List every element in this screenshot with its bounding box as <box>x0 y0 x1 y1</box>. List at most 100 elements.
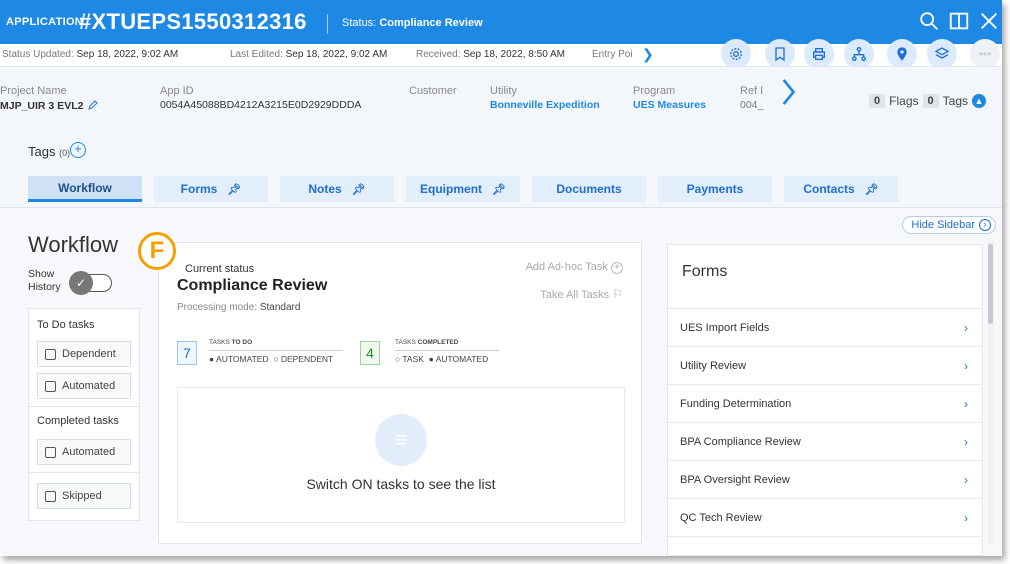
print-button[interactable] <box>804 39 834 69</box>
settings-button[interactable] <box>721 39 751 69</box>
empty-message: Switch ON tasks to see the list <box>306 476 496 492</box>
customer-field: Customer <box>409 85 457 97</box>
status-label: Status: <box>342 17 377 29</box>
form-item[interactable]: QC Tech Review › <box>668 499 982 537</box>
todo-heading: To Do tasks <box>37 319 95 331</box>
project-name-field: Project Name MJP_UIR 3 EVL2 <box>0 85 99 112</box>
add-adhoc-task-button[interactable]: Add Ad-hoc Task + <box>526 261 623 274</box>
last-edited: Last Edited: Sep 18, 2022, 9:02 AM <box>230 49 388 60</box>
task-list-icon: ≡ <box>375 414 427 466</box>
tab-forms[interactable]: Forms 📌︎ <box>154 176 268 202</box>
current-status-label: Current status <box>185 263 255 275</box>
chevron-right-icon: › <box>964 473 968 487</box>
flags-count: 0 <box>869 94 886 108</box>
tab-equipment[interactable]: Equipment 📌︎ <box>406 176 520 202</box>
tab-contacts[interactable]: Contacts 📌︎ <box>784 176 898 202</box>
app-window: APPLICATION #XTUEPS1550312316 Status: Co… <box>0 0 1002 556</box>
add-circle-icon: + <box>611 262 623 274</box>
check-icon: ✓ <box>69 271 93 295</box>
bookmark-icon <box>775 47 785 62</box>
program-link[interactable]: UES Measures <box>633 99 706 111</box>
tags-count: 0 <box>922 94 939 108</box>
chevron-right-icon[interactable] <box>780 75 798 114</box>
application-id: #XTUEPS1550312316 <box>79 9 307 34</box>
hierarchy-icon <box>852 47 866 61</box>
form-item[interactable]: UES Import Fields › <box>668 309 982 347</box>
more-icon: ••• <box>978 47 992 61</box>
utility-link[interactable]: Bonneville Expedition <box>490 99 600 111</box>
checkbox-icon <box>45 490 56 502</box>
completed-heading: Completed tasks <box>37 415 119 427</box>
more-button[interactable]: ••• <box>970 39 1000 69</box>
application-info: Project Name MJP_UIR 3 EVL2 App ID 0054A… <box>0 66 1002 134</box>
pin-icon[interactable]: 📌︎ <box>352 183 366 196</box>
tab-workflow[interactable]: Workflow <box>28 176 142 202</box>
chevron-right-icon: › <box>964 435 968 449</box>
forms-list: UES Import Fields › Utility Review › Fundi… <box>668 308 982 537</box>
chevron-right-icon: › <box>964 321 968 335</box>
location-pin-icon <box>897 47 907 61</box>
chevron-right-icon: › <box>964 397 968 411</box>
status-text: Status: Compliance Review <box>342 17 483 29</box>
add-tag-icon[interactable]: + <box>70 142 86 158</box>
tab-documents[interactable]: Documents <box>532 176 646 202</box>
forms-title: Forms <box>682 263 728 280</box>
take-all-tasks-button[interactable]: Take All Tasks ⚐ <box>540 287 623 301</box>
entry-point-label: Entry Poi <box>592 49 633 60</box>
flags-tags-summary[interactable]: 0 Flags 0 Tags ▲ <box>869 94 986 108</box>
chevron-right-icon: › <box>964 359 968 373</box>
layers-button[interactable] <box>927 39 957 69</box>
app-id-field: App ID 0054A45088BD4212A3215E0D2929DDDA <box>160 85 362 111</box>
show-history-label: Show History <box>28 268 61 293</box>
completed-title: TASKS COMPLETED <box>395 339 459 346</box>
tab-bar: Workflow Forms 📌︎ Notes 📌︎ Equipment 📌︎ Doc… <box>0 172 1002 208</box>
current-status-card: Current status Compliance Review Process… <box>158 242 642 544</box>
pin-icon[interactable]: 📌︎ <box>227 183 241 196</box>
forms-sidebar: Forms UES Import Fields › Utility Review ›… <box>667 244 983 556</box>
bookmark-button[interactable] <box>765 39 795 69</box>
current-status-value: Compliance Review <box>177 277 328 294</box>
gear-icon <box>730 48 742 60</box>
ref-field: Ref I 004_ <box>740 85 764 111</box>
dependent-filter[interactable]: Dependent <box>37 341 131 367</box>
completed-legend: ○ TASK ● AUTOMATED <box>395 354 489 364</box>
split-view-icon[interactable] <box>948 10 972 34</box>
form-item[interactable]: Funding Determination › <box>668 385 982 423</box>
show-history-toggle[interactable]: ✓ <box>69 271 112 295</box>
flags-label: Flags <box>889 94 919 108</box>
chevron-right-icon[interactable]: ❯ <box>642 46 654 63</box>
skipped-filter[interactable]: Skipped <box>37 483 131 509</box>
completed-automated-filter[interactable]: Automated <box>37 439 131 465</box>
status-value: Compliance Review <box>379 17 483 29</box>
search-icon[interactable] <box>918 10 942 34</box>
form-item[interactable]: BPA Compliance Review › <box>668 423 982 461</box>
edit-pencil-icon[interactable] <box>87 99 99 111</box>
chevron-up-icon[interactable]: ▲ <box>972 94 986 108</box>
tags-heading: Tags (0) <box>28 144 71 159</box>
checkbox-icon <box>45 348 56 360</box>
tab-notes[interactable]: Notes 📌︎ <box>280 176 394 202</box>
scrollbar[interactable] <box>988 240 994 544</box>
received: Received: Sep 18, 2022, 8:50 AM <box>416 49 565 60</box>
hide-sidebar-button[interactable]: Hide Sidebar › <box>902 216 996 234</box>
form-item[interactable]: Utility Review › <box>668 347 982 385</box>
completed-count: 4 <box>360 341 380 365</box>
close-icon[interactable] <box>978 10 1002 34</box>
checkbox-icon <box>45 380 56 392</box>
flag-icon: ⚐ <box>612 287 623 301</box>
hierarchy-button[interactable] <box>844 39 874 69</box>
utility-field: Utility Bonneville Expedition <box>490 85 600 111</box>
workflow-title: Workflow <box>28 232 119 257</box>
form-item[interactable]: BPA Oversight Review › <box>668 461 982 499</box>
chevron-right-icon: › <box>964 511 968 525</box>
scrollbar-thumb[interactable] <box>988 244 993 324</box>
automated-filter[interactable]: Automated <box>37 373 131 399</box>
pin-icon[interactable]: 📌︎ <box>492 183 506 196</box>
location-button[interactable] <box>887 39 917 69</box>
tab-payments[interactable]: Payments <box>658 176 772 202</box>
pin-icon[interactable]: 📌︎ <box>865 183 879 196</box>
layers-icon <box>934 47 950 59</box>
chevron-right-circle-icon: › <box>979 219 991 231</box>
todo-legend: ● AUTOMATED ○ DEPENDENT <box>209 354 334 364</box>
annotation-marker: F <box>138 232 176 270</box>
